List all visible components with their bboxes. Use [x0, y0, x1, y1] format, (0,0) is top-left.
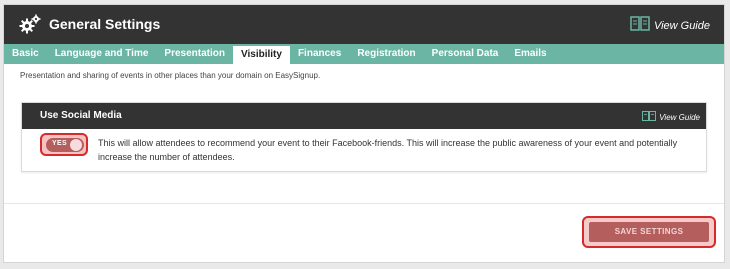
toggle-label: YES	[52, 140, 67, 147]
tab-basic[interactable]: Basic	[4, 44, 47, 64]
tab-emails[interactable]: Emails	[506, 44, 554, 64]
social-media-card-header: Use Social Media View Guide	[22, 103, 706, 129]
social-media-card: Use Social Media View Guide YES This wil…	[21, 102, 707, 172]
card-view-guide-label: View Guide	[659, 113, 700, 122]
tab-language-and-time[interactable]: Language and Time	[47, 44, 157, 64]
tab-visibility[interactable]: Visibility	[233, 46, 290, 64]
toggle-knob	[70, 139, 82, 151]
social-media-toggle[interactable]: YES	[46, 138, 84, 152]
settings-panel: General Settings View Guide Basic Langua…	[3, 4, 725, 263]
card-view-guide-link[interactable]: View Guide	[642, 111, 700, 124]
tab-presentation[interactable]: Presentation	[156, 44, 233, 64]
save-settings-button[interactable]: SAVE SETTINGS	[589, 222, 709, 242]
gears-icon	[18, 13, 42, 35]
settings-tabs: Basic Language and Time Presentation Vis…	[4, 44, 724, 64]
toggle-highlight: YES	[40, 133, 88, 156]
view-guide-link[interactable]: View Guide	[630, 16, 710, 35]
section-description: Presentation and sharing of events in ot…	[20, 71, 321, 80]
settings-header: General Settings View Guide	[4, 5, 724, 44]
tab-personal-data[interactable]: Personal Data	[424, 44, 507, 64]
social-media-title: Use Social Media	[40, 110, 122, 121]
book-icon	[642, 111, 657, 124]
book-icon	[630, 16, 650, 35]
save-highlight: SAVE SETTINGS	[582, 216, 716, 248]
view-guide-label: View Guide	[653, 19, 710, 32]
tab-registration[interactable]: Registration	[349, 44, 423, 64]
footer-divider	[4, 203, 724, 204]
social-media-description: This will allow attendees to recommend y…	[98, 138, 678, 162]
tab-finances[interactable]: Finances	[290, 44, 349, 64]
page-title: General Settings	[49, 16, 161, 32]
